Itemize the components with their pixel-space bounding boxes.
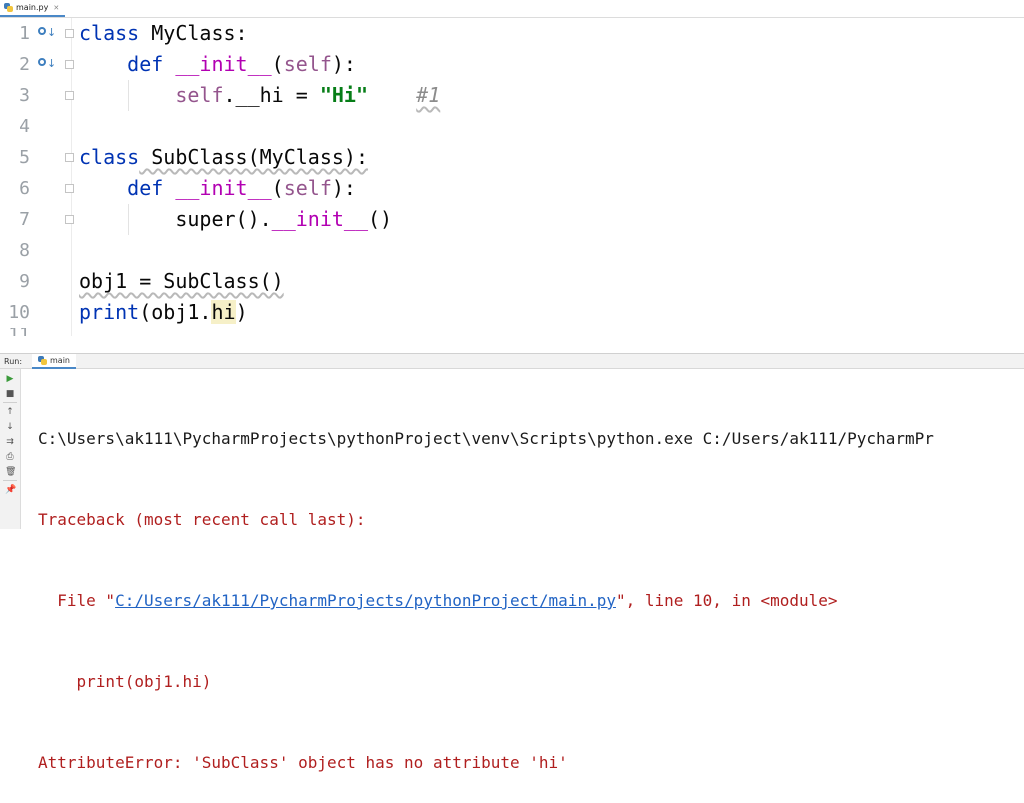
code-editor[interactable]: 1 ↓ class MyClass: 2 ↓ def __init__(self… [0,18,1024,336]
code-line: 5 class SubClass(MyClass): [0,142,1024,173]
paren-close: ): [331,52,356,76]
fold-icon[interactable] [65,91,74,100]
code-line: 7 super().__init__() [0,204,1024,235]
python-file-icon [4,3,13,12]
console-traceback-file-line: File "C:/Users/ak111/PycharmProjects/pyt… [38,587,934,614]
paren-open: ( [271,176,284,200]
class-name: MyClass: [139,21,248,45]
file-link[interactable]: C:/Users/ak111/PycharmProjects/pythonPro… [115,591,616,610]
line-number: 3 [19,85,30,106]
toolbar-divider [3,402,17,403]
self-param: self [283,176,332,200]
tab-run-main[interactable]: main [32,354,76,369]
fold-icon[interactable] [65,215,74,224]
line-number: 10 [8,302,30,323]
line-number: 1 [19,23,30,44]
rerun-icon[interactable]: ↑ [5,407,15,417]
paren-close: () [367,207,393,231]
fold-icon[interactable] [65,153,74,162]
code-line: 8 [0,235,1024,266]
line-number: 6 [19,178,30,199]
console-error-message: AttributeError: 'SubClass' object has no… [38,753,568,772]
code-line: 2 ↓ def __init__(self): [0,49,1024,80]
tab-main-py[interactable]: main.py ✕ [0,0,66,17]
file-prefix: File " [38,591,116,610]
keyword: class [79,145,140,169]
keyword: def [127,176,164,200]
print-icon[interactable]: ⎙ [5,452,15,462]
super-call: super(). [175,207,272,231]
keyword: class [79,21,140,45]
function-name: __init__ [175,52,272,76]
code-line: 11 [0,328,1024,336]
soft-wrap-icon[interactable]: ⇉ [5,437,15,447]
function-name: __init__ [271,207,368,231]
console-command-line: C:\Users\ak111\PycharmProjects\pythonPro… [38,429,934,448]
function-name: __init__ [175,176,272,200]
code-line: 3 self.__hi = "Hi" #1 [0,80,1024,111]
self-ref: self [175,83,224,107]
run-tool-window-header: Run: main [0,353,1024,369]
line-number: 8 [19,240,30,261]
close-icon[interactable]: ✕ [53,4,59,12]
builtin-print: print [79,300,140,324]
line-number: 7 [19,209,30,230]
code-line: 10 print(obj1.hi) [0,297,1024,328]
code-line: 6 def __init__(self): [0,173,1024,204]
paren-close: ) [235,300,248,324]
line-number: 4 [19,116,30,137]
fold-icon[interactable] [65,60,74,69]
console-code-line: print(obj1.hi) [38,672,212,691]
line-number: 9 [19,271,30,292]
fold-icon[interactable] [65,29,74,38]
fold-icon[interactable] [65,184,74,193]
override-marker-icon[interactable]: ↓ [38,58,56,70]
comment: #1 [416,83,441,107]
code-line: 1 ↓ class MyClass: [0,18,1024,49]
line-number: 2 [19,54,30,75]
highlighted-attribute: hi [211,300,236,324]
console-output[interactable]: C:\Users\ak111\PycharmProjects\pythonPro… [38,371,934,803]
assignment-statement: obj1 = SubClass() [79,269,284,293]
tab-label: main.py [16,3,49,12]
code-line: 9 obj1 = SubClass() [0,266,1024,297]
line-number: 5 [19,147,30,168]
paren-open: ( [271,52,284,76]
print-arg: (obj1. [139,300,212,324]
editor-tab-bar: main.py ✕ [0,0,1024,18]
pin-icon[interactable]: 📌 [5,485,16,495]
keyword: def [127,52,164,76]
file-suffix: ", line 10, in <module> [615,591,838,610]
scroll-to-end-icon[interactable]: ↓ [5,422,15,432]
trash-icon[interactable]: 🗑 [5,467,16,477]
run-icon[interactable]: ▶ [5,374,15,384]
toolbar-divider [3,480,17,481]
run-config-name: main [50,356,70,365]
paren-close: ): [331,176,356,200]
attr-assign: .__hi = [223,83,320,107]
python-file-icon [38,356,47,365]
run-label: Run: [4,357,23,366]
override-marker-icon[interactable]: ↓ [38,27,56,39]
string-literal: "Hi" [319,83,368,107]
class-name: SubClass(MyClass): [139,145,368,169]
code-line: 4 [0,111,1024,142]
self-param: self [283,52,332,76]
line-number: 11 [0,328,30,336]
stop-icon[interactable]: ■ [5,389,15,399]
run-toolbar: ▶ ■ ↑ ↓ ⇉ ⎙ 🗑 📌 [0,369,21,529]
